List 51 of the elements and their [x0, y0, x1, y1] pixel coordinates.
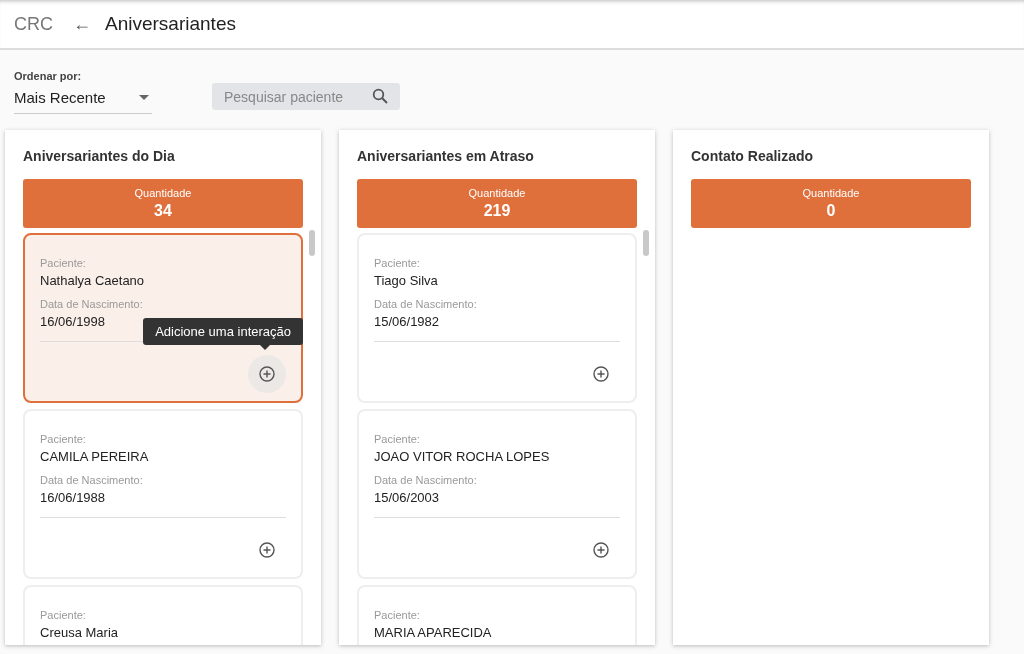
patient-name: MARIA APARECIDA	[374, 625, 493, 640]
count-label: Quantidade	[802, 187, 860, 199]
patient-card[interactable]: Paciente: MARIA APARECIDA	[357, 585, 637, 645]
page-title: Aniversariantes	[105, 13, 236, 35]
add-icon	[593, 542, 609, 558]
column-title: Aniversariantes do Dia	[23, 148, 176, 164]
add-button[interactable]	[248, 355, 286, 393]
field-label: Paciente:	[374, 433, 421, 445]
field-label: Paciente:	[374, 257, 421, 269]
search-field[interactable]: Pesquisar paciente	[212, 83, 400, 110]
count-label: Quantidade	[468, 187, 526, 199]
field-label: Data de Nascimento:	[374, 474, 478, 486]
tooltip: Adicione uma interação	[143, 318, 303, 350]
column-title: Contato Realizado	[691, 148, 815, 164]
app-name: CRC	[14, 13, 53, 35]
birth-date: 15/06/2003	[374, 490, 441, 505]
add-icon	[259, 542, 275, 558]
sort-label: Ordenar por:	[14, 70, 83, 82]
field-label: Data de Nascimento:	[374, 298, 478, 310]
birth-date: 16/06/1988	[40, 490, 107, 505]
count-value: 0	[826, 202, 836, 220]
patient-card[interactable]: Paciente: Creusa Maria	[23, 585, 303, 645]
field-label: Paciente:	[40, 609, 87, 621]
patient-card[interactable]: Paciente: JOAO VITOR ROCHA LOPES Data de Nascimento: 15/06/2003	[357, 409, 637, 579]
count-label: Quantidade	[134, 187, 192, 199]
sort-select[interactable]: Mais Recente	[14, 87, 152, 114]
caret-icon	[139, 95, 149, 100]
scrollbar-thumb[interactable]	[309, 230, 315, 256]
field-label: Data de Nascimento:	[40, 474, 144, 486]
add-icon	[593, 366, 609, 382]
search-icon	[372, 88, 388, 104]
count-value: 34	[154, 202, 172, 220]
birth-date: 16/06/1998	[40, 314, 107, 329]
field-label: Paciente:	[374, 609, 421, 621]
patient-card[interactable]: Paciente: CAMILA PEREIRA Data de Nascimento: 16/06/1988	[23, 409, 303, 579]
count-value: 219	[483, 202, 511, 220]
field-label: Paciente:	[40, 257, 87, 269]
field-label: Data de Nascimento:	[40, 298, 144, 310]
patient-name: Creusa Maria	[40, 625, 120, 640]
column-title: Aniversariantes em Atraso	[357, 148, 535, 164]
patient-name: Tiago Silva	[374, 273, 439, 288]
patient-name: JOAO VITOR ROCHA LOPES	[374, 449, 551, 464]
field-label: Paciente:	[40, 433, 87, 445]
patient-card[interactable]: Paciente: Tiago Silva Data de Nascimento: 15/06/1982	[357, 233, 637, 403]
birth-date: 15/06/1982	[374, 314, 441, 329]
scrollbar-thumb[interactable]	[643, 230, 649, 256]
back-button[interactable]: ←	[73, 13, 91, 35]
add-icon	[259, 366, 275, 382]
patient-name: Nathalya Caetano	[40, 273, 146, 288]
patient-card[interactable]: Paciente: Nathalya Caetano Data de Nascimento: 16/06/1998 Adicione uma interação	[23, 233, 303, 403]
patient-name: CAMILA PEREIRA	[40, 449, 150, 464]
